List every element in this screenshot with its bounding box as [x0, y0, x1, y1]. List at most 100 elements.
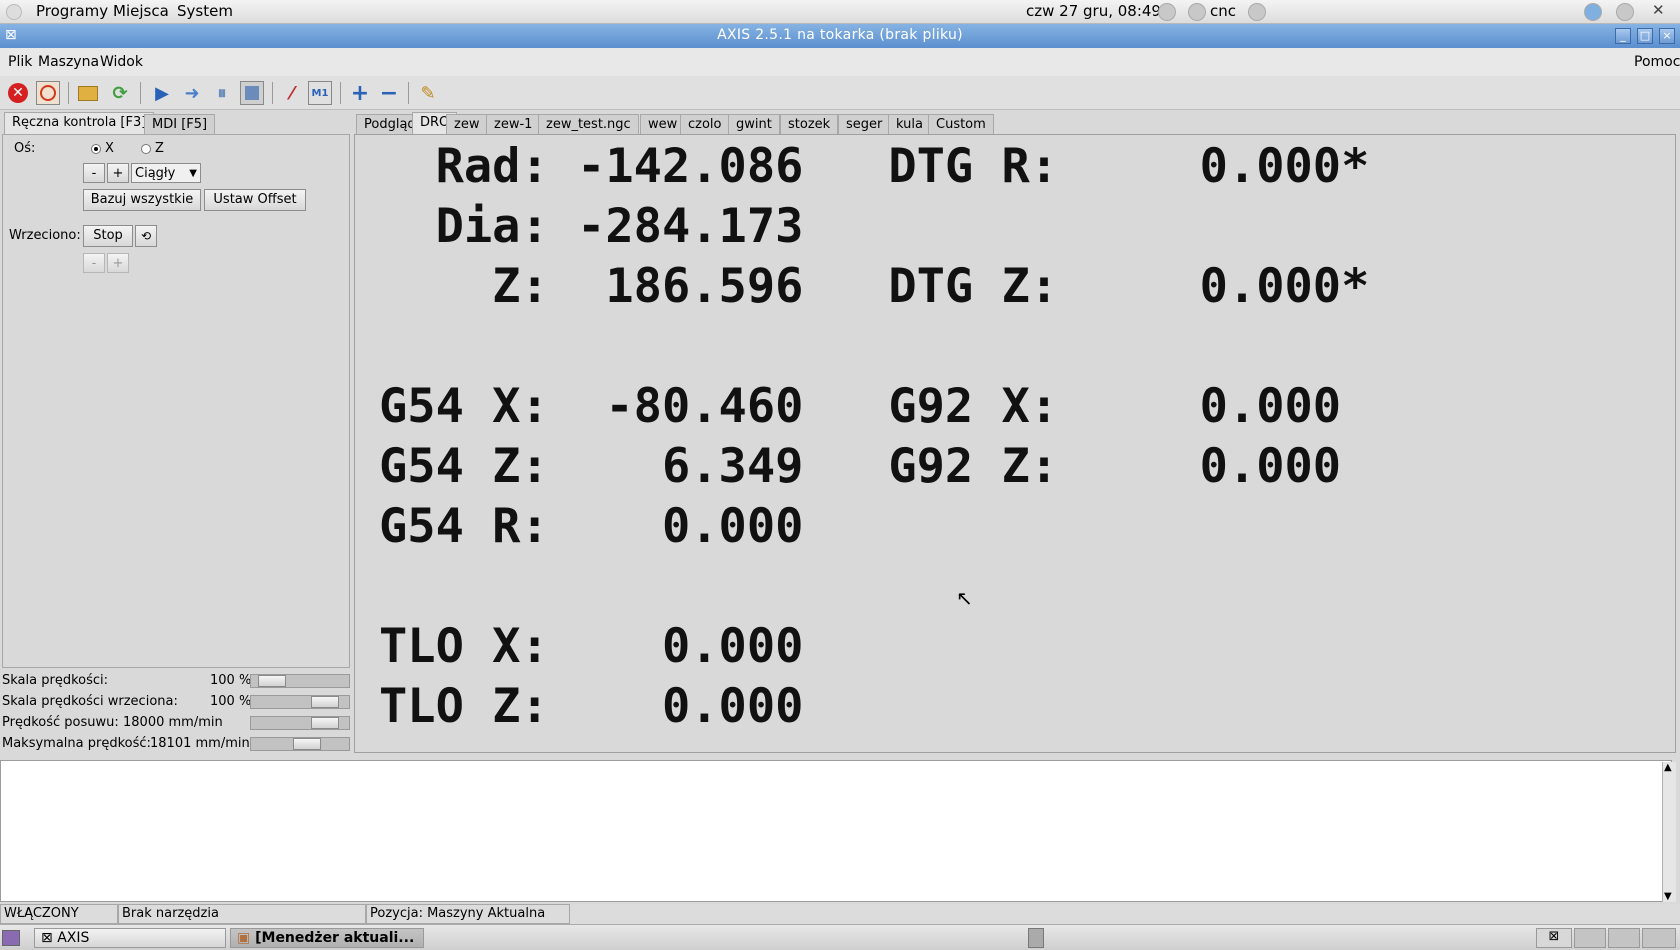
scroll-down-icon[interactable]: ▼ [1664, 891, 1672, 902]
mouse-cursor-icon: ↖ [956, 586, 973, 610]
slider-value: 18101 mm/min [150, 736, 250, 751]
clock[interactable]: czw 27 gru, 08:49 [1026, 2, 1161, 20]
menu-pomoc[interactable]: Pomoc [1634, 54, 1680, 70]
tab-seger[interactable]: seger [838, 114, 891, 135]
menu-maszyna[interactable]: Maszyna [38, 54, 99, 70]
shutdown-icon[interactable] [1248, 3, 1266, 21]
dro-line: G54 R: 0.000 [379, 499, 804, 554]
feed-override-slider[interactable] [250, 674, 350, 688]
tab-zew[interactable]: zew [446, 114, 488, 135]
volume-icon[interactable] [1616, 3, 1634, 21]
clear-plot-button[interactable]: ✎ [416, 81, 440, 105]
estop-icon: ✕ [8, 83, 28, 103]
jog-speed-slider[interactable] [250, 716, 350, 730]
workspace-3[interactable] [1608, 928, 1640, 948]
slider-thumb[interactable] [258, 675, 286, 687]
slider-thumb[interactable] [311, 717, 339, 729]
max-velocity-slider[interactable] [250, 737, 350, 751]
open-file-button[interactable] [76, 81, 100, 105]
show-desktop-icon[interactable] [2, 930, 20, 946]
menu-plik[interactable]: Plik [8, 54, 32, 70]
tab-wew[interactable]: wew [640, 114, 686, 135]
tab-manual-control[interactable]: Ręczna kontrola [F3] [4, 112, 155, 135]
update-manager-icon: ▣ [237, 930, 256, 946]
bottom-taskbar: ⊠ AXIS ▣ [Menedżer aktuali... ⊠ [0, 924, 1680, 950]
slider-label: Skala prędkości: [2, 673, 109, 688]
power-button[interactable] [36, 81, 60, 105]
axis-z-radio[interactable] [141, 144, 151, 154]
close-button[interactable]: × [1659, 28, 1675, 44]
pause-button[interactable]: ⏸ [210, 81, 234, 105]
tab-czolo[interactable]: czolo [680, 114, 730, 135]
set-offset-button[interactable]: Ustaw Offset [204, 189, 306, 211]
power-icon [40, 85, 56, 101]
spindle-override-slider[interactable] [250, 695, 350, 709]
scroll-up-icon[interactable]: ▲ [1664, 762, 1672, 773]
reload-icon: ⟳ [112, 82, 128, 104]
optional-stop-button[interactable]: M1 [308, 81, 332, 105]
zoom-out-button[interactable]: − [377, 81, 401, 106]
maximize-button[interactable]: □ [1637, 28, 1653, 44]
dro-line: TLO Z: 0.000 [379, 679, 804, 734]
zoom-in-button[interactable]: + [348, 81, 372, 106]
tab-stozek[interactable]: stozek [780, 114, 839, 135]
step-button[interactable]: ➜ [180, 81, 204, 105]
tab-kula[interactable]: kula [888, 114, 931, 135]
workspace-2[interactable] [1574, 928, 1606, 948]
gnome-foot-icon[interactable] [6, 4, 22, 20]
reload-button[interactable]: ⟳ [108, 81, 132, 105]
jog-minus-button[interactable]: - [83, 163, 105, 183]
home-all-button[interactable]: Bazuj wszystkie [83, 189, 201, 211]
spindle-reverse-button[interactable]: ⟲ [135, 225, 157, 247]
workspace-4[interactable] [1642, 928, 1676, 948]
user-name[interactable]: cnc [1210, 2, 1236, 20]
workspace-1[interactable]: ⊠ [1536, 928, 1572, 948]
slider-label: Skala prędkości wrzeciona: [2, 694, 178, 709]
menu-programy[interactable]: Programy [36, 2, 108, 20]
dro-line: Rad: -142.086 DTG R: 0.000* [379, 139, 1370, 194]
spindle-plus-button[interactable]: + [107, 253, 129, 273]
open-file-icon [78, 85, 98, 101]
estop-button[interactable]: ✕ [6, 81, 30, 105]
slider-value: 18000 mm/min [123, 715, 223, 730]
slider-thumb[interactable] [311, 696, 339, 708]
tab-mdi[interactable]: MDI [F5] [144, 114, 216, 135]
axis-x-radio[interactable] [91, 144, 101, 154]
spindle-stop-button[interactable]: Stop [83, 225, 133, 247]
user-icon [1188, 3, 1206, 21]
slider-thumb[interactable] [293, 738, 321, 750]
jog-mode-select[interactable]: Ciągły ▼ [131, 163, 201, 183]
dro-line: TLO X: 0.000 [379, 619, 804, 674]
minimize-button[interactable]: _ [1615, 28, 1631, 44]
chevron-down-icon: ▼ [189, 168, 197, 179]
right-tab-strip: Podgląd DRO zew zew-1 zew_test.ngc wew czolo gw… [356, 112, 1256, 136]
window-titlebar[interactable]: ⊠ AXIS 2.5.1 na tokarka (brak pliku) _ □… [0, 24, 1680, 48]
jog-plus-button[interactable]: + [107, 163, 129, 183]
axis-z-label[interactable]: Z [155, 141, 164, 156]
task-label: [Menedżer aktuali... [255, 930, 415, 946]
task-update-manager[interactable]: ▣ [Menedżer aktuali... [230, 928, 424, 948]
tab-gwint[interactable]: gwint [728, 114, 780, 135]
tab-zew-1[interactable]: zew-1 [486, 114, 541, 135]
updates-icon[interactable] [1584, 3, 1602, 21]
menu-widok[interactable]: Widok [100, 54, 143, 70]
menu-miejsca[interactable]: Miejsca [113, 2, 169, 20]
slider-value: 100 % [210, 694, 252, 709]
menu-system[interactable]: System [177, 2, 233, 20]
task-axis[interactable]: ⊠ AXIS [34, 928, 226, 948]
stop-button[interactable] [240, 81, 264, 105]
close-icon[interactable]: ✕ [1652, 1, 1665, 19]
message-console[interactable] [0, 760, 1672, 902]
network-icon[interactable] [1158, 3, 1176, 21]
run-icon: ▶ [155, 82, 169, 104]
axis-x-label[interactable]: X [105, 141, 114, 156]
tab-custom[interactable]: Custom [928, 114, 994, 135]
dro-line: Z: 186.596 DTG Z: 0.000* [379, 259, 1370, 314]
trash-icon[interactable] [1028, 928, 1044, 948]
block-delete-button[interactable]: ⁄ [280, 81, 304, 105]
console-scrollbar[interactable]: ▲ ▼ [1662, 762, 1676, 902]
spindle-minus-button[interactable]: - [83, 253, 105, 273]
slider-label: Prędkość posuwu: [2, 715, 119, 730]
tab-zew-test-ngc[interactable]: zew_test.ngc [538, 114, 639, 135]
run-button[interactable]: ▶ [150, 81, 174, 105]
